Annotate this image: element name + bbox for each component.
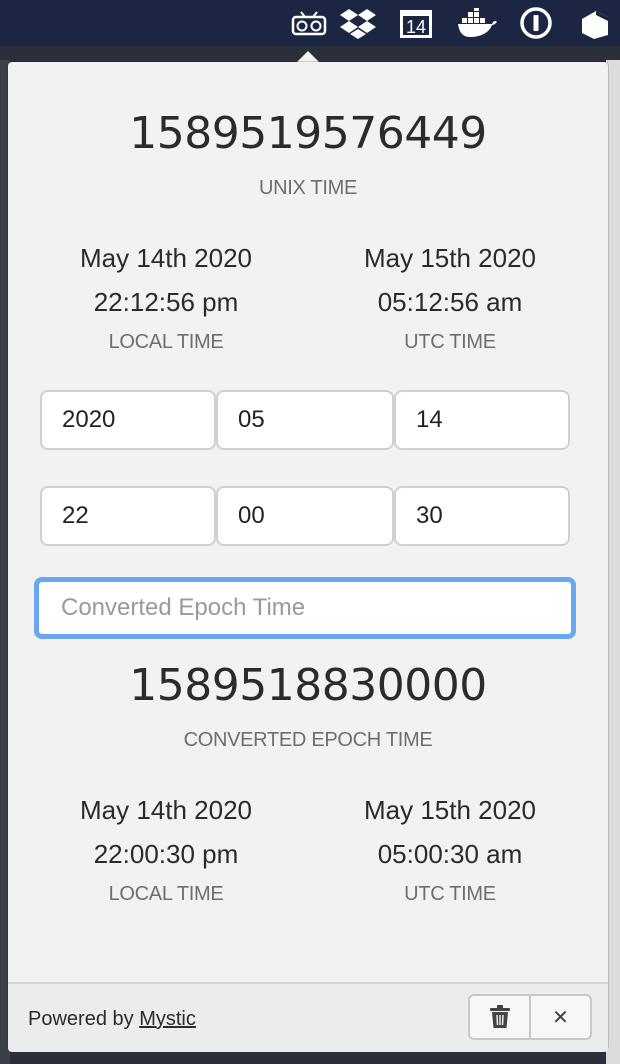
converted-epoch-caption: CONVERTED EPOCH TIME (183, 729, 433, 751)
converted-local-block: May 14th 2020 22:00:30 pm LOCAL TIME (16, 788, 316, 912)
mystic-link[interactable]: Mystic (139, 1008, 196, 1030)
unix-utc-time: 05:12:56 am (377, 287, 523, 317)
month-input[interactable]: 05 (216, 390, 394, 450)
clear-button[interactable] (470, 996, 529, 1038)
footer-button-group: ✕ (468, 994, 592, 1040)
radio-icon[interactable] (290, 6, 328, 40)
onepassword-icon[interactable] (518, 6, 554, 40)
unix-utc-block: May 15th 2020 05:12:56 am UTC TIME (300, 236, 600, 360)
powered-by: Powered by Mystic (28, 1008, 196, 1031)
hour-input[interactable]: 22 (40, 486, 216, 546)
box-icon[interactable] (578, 6, 612, 40)
close-button[interactable]: ✕ (529, 996, 590, 1038)
converted-local-time: 22:00:30 pm (93, 839, 239, 869)
converted-epoch-value: 1589518830000 (129, 660, 487, 711)
background-right-edge (606, 60, 620, 1064)
calendar-icon[interactable]: 14 (398, 6, 434, 40)
converted-local-label: LOCAL TIME (108, 883, 224, 905)
year-input[interactable]: 2020 (40, 390, 216, 450)
calendar-day: 14 (406, 17, 426, 37)
footer: Powered by Mystic ✕ (8, 982, 608, 1052)
converted-utc-time: 05:00:30 am (377, 839, 523, 869)
menubar: 14 (0, 0, 620, 46)
unix-local-block: May 14th 2020 22:12:56 pm LOCAL TIME (16, 236, 316, 360)
unix-local-date: May 14th 2020 (79, 243, 252, 273)
unix-time-value: 1589519576449 (129, 108, 487, 159)
converted-local-date: May 14th 2020 (79, 795, 252, 825)
converted-epoch-input[interactable] (34, 577, 576, 639)
converted-utc-block: May 15th 2020 05:00:30 am UTC TIME (300, 788, 600, 912)
unix-local-time: 22:12:56 pm (93, 287, 239, 317)
converted-utc-date: May 15th 2020 (363, 795, 536, 825)
trash-icon (489, 1005, 510, 1028)
unix-local-label: LOCAL TIME (108, 331, 224, 353)
minute-input[interactable]: 00 (216, 486, 394, 546)
epoch-popover: 1589519576449 UNIX TIME May 14th 2020 22… (8, 62, 608, 1052)
unix-utc-date: May 15th 2020 (363, 243, 536, 273)
unix-utc-label: UTC TIME (404, 331, 496, 353)
powered-by-prefix: Powered by (28, 1008, 134, 1030)
second-input[interactable]: 30 (394, 486, 570, 546)
day-input[interactable]: 14 (394, 390, 570, 450)
dropbox-icon[interactable] (338, 6, 378, 40)
close-icon: ✕ (552, 1005, 569, 1029)
converted-utc-label: UTC TIME (404, 883, 496, 905)
unix-time-caption: UNIX TIME (258, 177, 358, 199)
docker-icon[interactable] (456, 6, 498, 40)
